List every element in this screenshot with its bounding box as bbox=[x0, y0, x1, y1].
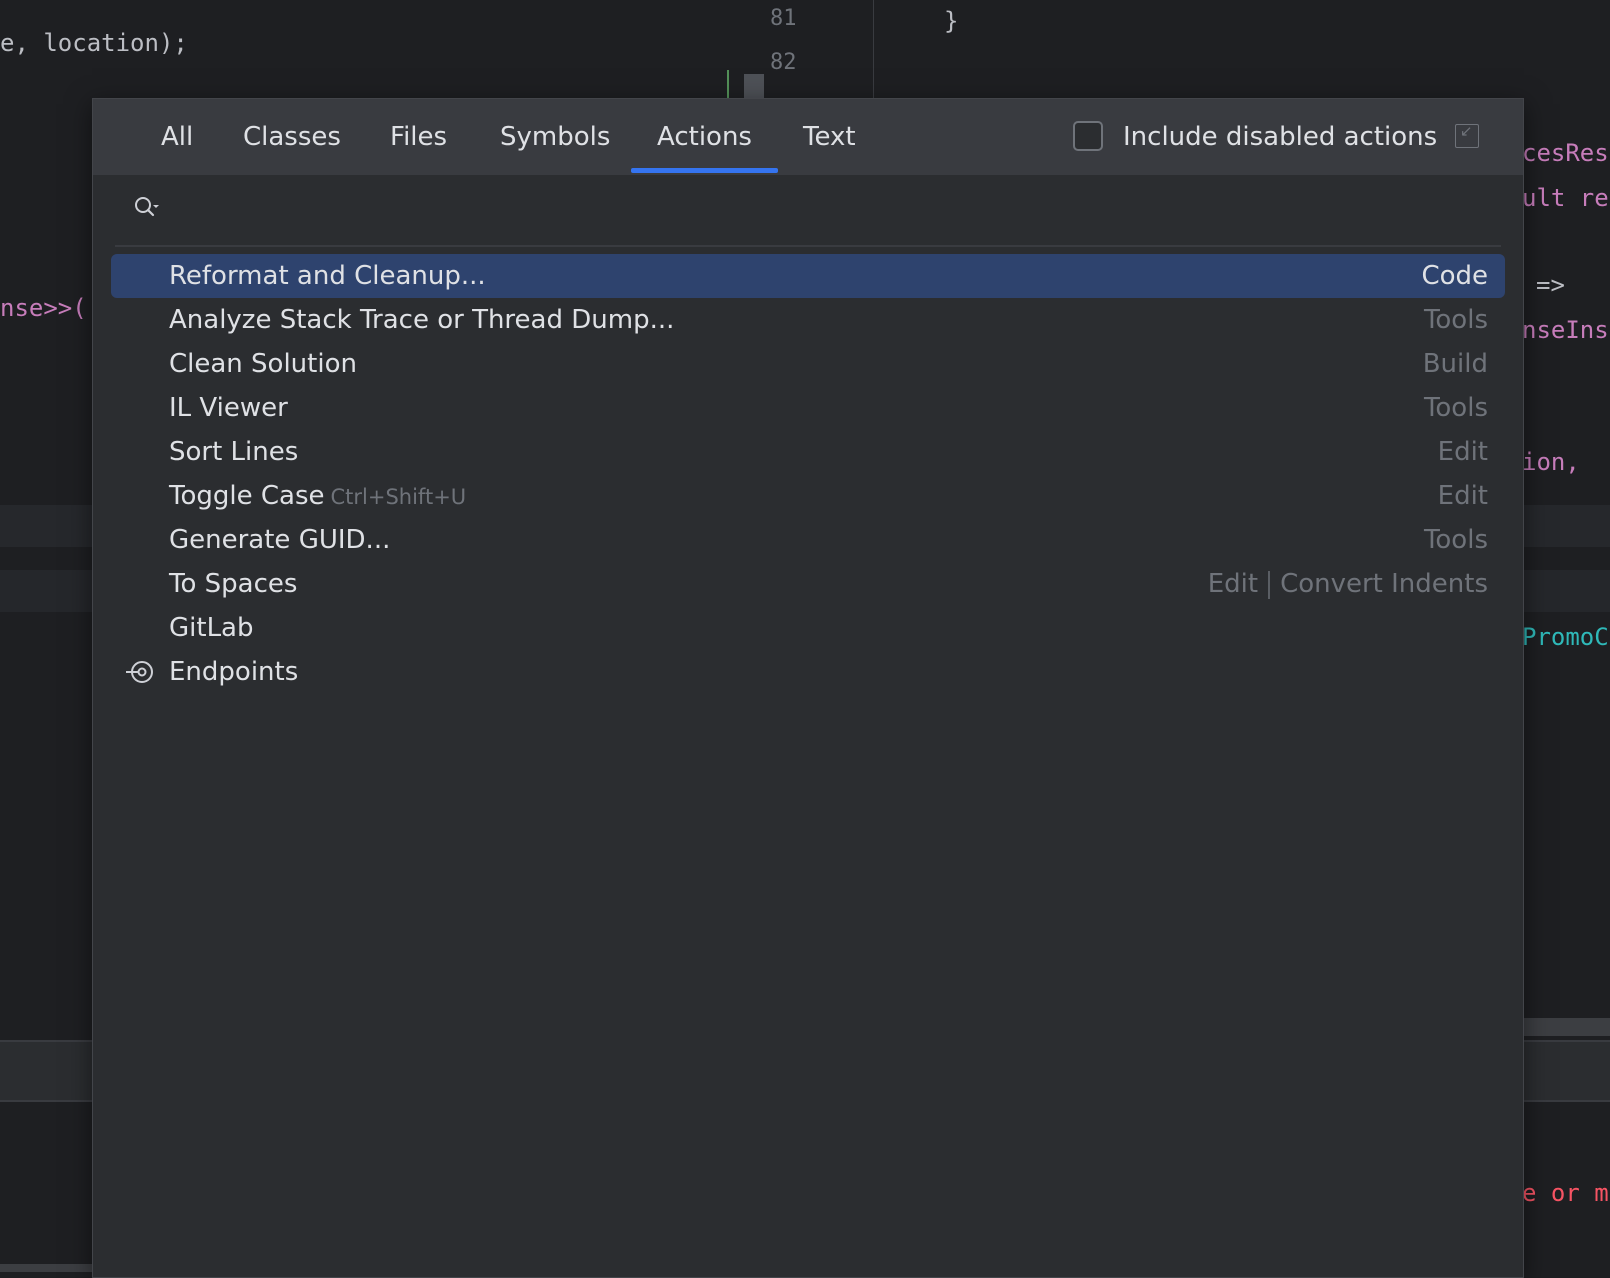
search-input[interactable] bbox=[185, 187, 1491, 235]
code-fragment: e, location); bbox=[0, 29, 188, 57]
include-disabled-checkbox[interactable] bbox=[1073, 121, 1103, 151]
code-fragment: cesRes bbox=[1522, 139, 1609, 167]
tab-text[interactable]: Text bbox=[803, 99, 856, 175]
horizontal-scrollbar[interactable] bbox=[1524, 1018, 1610, 1036]
list-item[interactable]: Endpoints bbox=[111, 650, 1505, 694]
horizontal-scrollbar[interactable] bbox=[0, 1264, 92, 1272]
line-number: 82 bbox=[770, 50, 797, 75]
action-shortcut: Ctrl+Shift+U bbox=[330, 485, 467, 509]
code-fragment: ult re bbox=[1522, 184, 1609, 212]
action-label: IL Viewer bbox=[169, 393, 288, 423]
code-fragment: e or m bbox=[1522, 1179, 1609, 1207]
code-fragment: nseIns bbox=[1522, 316, 1609, 344]
list-item[interactable]: IL Viewer Tools bbox=[111, 386, 1505, 430]
list-item[interactable]: Analyze Stack Trace or Thread Dump... To… bbox=[111, 298, 1505, 342]
list-item[interactable]: To Spaces Edit Convert Indents bbox=[111, 562, 1505, 606]
tab-actions[interactable]: Actions bbox=[631, 99, 778, 175]
list-item[interactable]: Reformat and Cleanup... Code bbox=[111, 254, 1505, 298]
search-everywhere-popup: All Classes Files Symbols Actions Text I… bbox=[92, 98, 1524, 1278]
action-label: Clean Solution bbox=[169, 349, 357, 379]
popup-tab-bar: All Classes Files Symbols Actions Text I… bbox=[93, 99, 1523, 175]
action-group: Edit bbox=[1437, 437, 1488, 467]
action-group: Build bbox=[1422, 349, 1488, 379]
list-item[interactable]: Toggle Case Ctrl+Shift+U Edit bbox=[111, 474, 1505, 518]
action-group: Tools bbox=[1423, 393, 1488, 423]
group-divider bbox=[1268, 570, 1271, 599]
action-subgroup: Convert Indents bbox=[1280, 569, 1488, 599]
tab-classes[interactable]: Classes bbox=[243, 99, 341, 175]
action-label: Endpoints bbox=[169, 657, 299, 687]
endpoints-icon bbox=[126, 661, 153, 683]
results-list: Reformat and Cleanup... Code Analyze Sta… bbox=[111, 254, 1505, 694]
list-item[interactable]: Clean Solution Build bbox=[111, 342, 1505, 386]
code-fragment: => bbox=[1536, 271, 1565, 299]
tab-symbols[interactable]: Symbols bbox=[500, 99, 610, 175]
action-group: Tools bbox=[1423, 305, 1488, 335]
action-group: Code bbox=[1421, 261, 1488, 291]
action-label: Generate GUID... bbox=[169, 525, 391, 555]
search-row bbox=[115, 175, 1501, 247]
code-fragment: PromoC bbox=[1522, 623, 1609, 651]
include-disabled-label[interactable]: Include disabled actions bbox=[1123, 99, 1437, 175]
code-fragment: ion, bbox=[1522, 448, 1580, 476]
action-label: Sort Lines bbox=[169, 437, 299, 467]
action-group: Edit bbox=[1437, 481, 1488, 511]
search-icon[interactable] bbox=[133, 195, 159, 221]
action-label: GitLab bbox=[169, 613, 254, 643]
tab-files[interactable]: Files bbox=[390, 99, 447, 175]
change-marker bbox=[727, 70, 729, 98]
list-item[interactable]: Sort Lines Edit bbox=[111, 430, 1505, 474]
action-label-wrap: Toggle Case Ctrl+Shift+U bbox=[169, 474, 466, 519]
action-label: Analyze Stack Trace or Thread Dump... bbox=[169, 305, 675, 335]
action-label: Reformat and Cleanup... bbox=[169, 261, 486, 291]
code-fragment: } bbox=[944, 7, 959, 35]
tab-all[interactable]: All bbox=[161, 99, 193, 175]
action-group-wrap: Edit Convert Indents bbox=[1208, 562, 1488, 606]
list-item[interactable]: GitLab bbox=[111, 606, 1505, 650]
action-group: Edit bbox=[1207, 569, 1259, 599]
open-in-window-icon[interactable] bbox=[1455, 122, 1479, 148]
code-fragment: nse>>( bbox=[0, 294, 87, 322]
line-number: 81 bbox=[770, 6, 797, 31]
action-label: Toggle Case bbox=[169, 481, 325, 511]
action-label: To Spaces bbox=[169, 569, 298, 599]
fold-marker bbox=[744, 74, 764, 98]
list-item[interactable]: Generate GUID... Tools bbox=[111, 518, 1505, 562]
action-group: Tools bbox=[1423, 525, 1488, 555]
